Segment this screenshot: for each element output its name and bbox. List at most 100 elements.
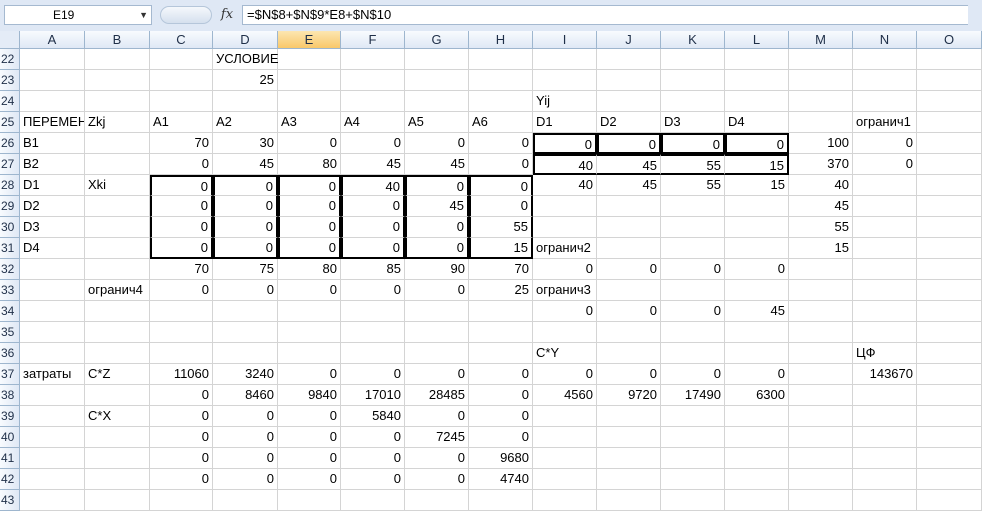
cell-e43[interactable]: [278, 490, 341, 511]
cell-o29[interactable]: [917, 196, 982, 217]
cell-h26[interactable]: 0: [469, 133, 533, 154]
cell-d41[interactable]: 0: [213, 448, 278, 469]
cell-d43[interactable]: [213, 490, 278, 511]
cell-e28[interactable]: 0: [278, 175, 341, 196]
cell-j29[interactable]: [597, 196, 661, 217]
cell-g27[interactable]: 45: [405, 154, 469, 175]
cell-n35[interactable]: [853, 322, 917, 343]
cell-c43[interactable]: [150, 490, 213, 511]
cell-d33[interactable]: 0: [213, 280, 278, 301]
cell-b25[interactable]: Zkj: [85, 112, 150, 133]
row-header-22[interactable]: 22: [0, 49, 20, 70]
cell-c24[interactable]: [150, 91, 213, 112]
cell-k36[interactable]: [661, 343, 725, 364]
cell-o28[interactable]: [917, 175, 982, 196]
cell-o24[interactable]: [917, 91, 982, 112]
cell-i37[interactable]: 0: [533, 364, 597, 385]
row-header-34[interactable]: 34: [0, 301, 20, 322]
cell-n32[interactable]: [853, 259, 917, 280]
cell-c33[interactable]: 0: [150, 280, 213, 301]
cell-b40[interactable]: [85, 427, 150, 448]
cell-e24[interactable]: [278, 91, 341, 112]
cell-j36[interactable]: [597, 343, 661, 364]
cell-d30[interactable]: 0: [213, 217, 278, 238]
column-header-h[interactable]: H: [469, 31, 533, 49]
cell-l24[interactable]: [725, 91, 789, 112]
cell-b33[interactable]: огранич4: [85, 280, 150, 301]
cell-l25[interactable]: D4: [725, 112, 789, 133]
cell-m39[interactable]: [789, 406, 853, 427]
cell-e23[interactable]: [278, 70, 341, 91]
cell-g42[interactable]: 0: [405, 469, 469, 490]
cell-l29[interactable]: [725, 196, 789, 217]
cell-d32[interactable]: 75: [213, 259, 278, 280]
cell-j33[interactable]: [597, 280, 661, 301]
cell-b41[interactable]: [85, 448, 150, 469]
cell-d35[interactable]: [213, 322, 278, 343]
cell-n34[interactable]: [853, 301, 917, 322]
cell-m28[interactable]: 40: [789, 175, 853, 196]
cell-n28[interactable]: [853, 175, 917, 196]
cell-h35[interactable]: [469, 322, 533, 343]
cell-o41[interactable]: [917, 448, 982, 469]
cell-e39[interactable]: 0: [278, 406, 341, 427]
cell-b29[interactable]: [85, 196, 150, 217]
cell-o37[interactable]: [917, 364, 982, 385]
row-header-26[interactable]: 26: [0, 133, 20, 154]
cell-o35[interactable]: [917, 322, 982, 343]
cell-h37[interactable]: 0: [469, 364, 533, 385]
cell-o27[interactable]: [917, 154, 982, 175]
row-header-32[interactable]: 32: [0, 259, 20, 280]
row-header-37[interactable]: 37: [0, 364, 20, 385]
cell-k41[interactable]: [661, 448, 725, 469]
cell-f33[interactable]: 0: [341, 280, 405, 301]
cell-h34[interactable]: [469, 301, 533, 322]
cell-n39[interactable]: [853, 406, 917, 427]
cell-d26[interactable]: 30: [213, 133, 278, 154]
cell-c35[interactable]: [150, 322, 213, 343]
column-header-k[interactable]: K: [661, 31, 725, 49]
cell-f43[interactable]: [341, 490, 405, 511]
cell-g22[interactable]: [405, 49, 469, 70]
cell-i29[interactable]: [533, 196, 597, 217]
cell-j31[interactable]: [597, 238, 661, 259]
cell-h22[interactable]: [469, 49, 533, 70]
cell-c40[interactable]: 0: [150, 427, 213, 448]
cell-k31[interactable]: [661, 238, 725, 259]
cell-j26[interactable]: 0: [597, 133, 661, 154]
cell-e31[interactable]: 0: [278, 238, 341, 259]
cell-k35[interactable]: [661, 322, 725, 343]
cell-n26[interactable]: 0: [853, 133, 917, 154]
cell-i23[interactable]: [533, 70, 597, 91]
cell-a25[interactable]: ПЕРЕМЕНН: [20, 112, 85, 133]
cell-a39[interactable]: [20, 406, 85, 427]
cell-i33[interactable]: огранич3: [533, 280, 597, 301]
column-header-b[interactable]: B: [85, 31, 150, 49]
cell-g35[interactable]: [405, 322, 469, 343]
cell-d39[interactable]: 0: [213, 406, 278, 427]
cell-e37[interactable]: 0: [278, 364, 341, 385]
cell-d38[interactable]: 8460: [213, 385, 278, 406]
cell-g43[interactable]: [405, 490, 469, 511]
cell-l26[interactable]: 0: [725, 133, 789, 154]
cell-b30[interactable]: [85, 217, 150, 238]
cell-a43[interactable]: [20, 490, 85, 511]
row-header-29[interactable]: 29: [0, 196, 20, 217]
cell-c31[interactable]: 0: [150, 238, 213, 259]
cell-b26[interactable]: [85, 133, 150, 154]
cell-n24[interactable]: [853, 91, 917, 112]
cell-d34[interactable]: [213, 301, 278, 322]
select-all-corner[interactable]: [0, 31, 20, 49]
cell-j34[interactable]: 0: [597, 301, 661, 322]
cell-m43[interactable]: [789, 490, 853, 511]
cell-m33[interactable]: [789, 280, 853, 301]
cell-b37[interactable]: C*Z: [85, 364, 150, 385]
column-header-f[interactable]: F: [341, 31, 405, 49]
cell-l23[interactable]: [725, 70, 789, 91]
cell-f38[interactable]: 17010: [341, 385, 405, 406]
cell-i39[interactable]: [533, 406, 597, 427]
cell-c42[interactable]: 0: [150, 469, 213, 490]
cell-e36[interactable]: [278, 343, 341, 364]
cell-e38[interactable]: 9840: [278, 385, 341, 406]
cell-f23[interactable]: [341, 70, 405, 91]
